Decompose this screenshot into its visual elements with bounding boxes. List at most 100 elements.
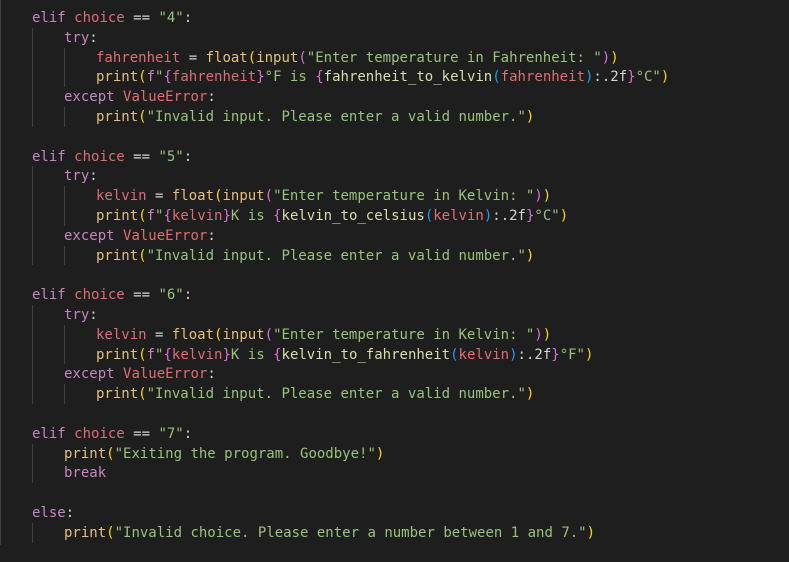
code-token-fn: print (96, 208, 139, 224)
code-line[interactable]: try: (64, 28, 98, 48)
indent-guide (64, 384, 65, 404)
code-line[interactable]: print(f"{fahrenheit}°F is {fahrenheit_to… (96, 67, 669, 87)
code-token-p3: ) (483, 208, 493, 224)
indent-guide (32, 166, 33, 266)
code-line[interactable]: break (64, 463, 106, 483)
code-line[interactable]: try: (64, 305, 98, 325)
code-line[interactable]: print("Invalid input. Please enter a val… (96, 107, 534, 127)
code-token-kw: except (64, 366, 124, 383)
code-token-p1: ( (106, 524, 115, 541)
code-token-kw: elif (32, 148, 75, 165)
code-token-var: kelvin (458, 346, 510, 363)
code-token-str: "Invalid input. Please enter a valid num… (146, 109, 526, 125)
code-token-p1: ) (525, 386, 535, 403)
code-line[interactable]: elif choice == "6": (32, 285, 192, 305)
code-token-p1: ) (542, 326, 552, 343)
code-token-var: fahrenheit (171, 69, 257, 86)
code-token-p1: ) (559, 208, 569, 224)
indent-guide (0, 0, 1, 545)
code-line[interactable]: print("Exiting the program. Goodbye!") (64, 444, 384, 464)
code-token-str: "Enter temperature in Fahrenheit: " (306, 49, 602, 66)
code-token-op: : (89, 307, 98, 323)
code-token-str: "Invalid input. Please enter a valid num… (146, 386, 526, 403)
code-token-op: : (207, 366, 216, 383)
code-token-var: fahrenheit (96, 49, 181, 66)
code-line[interactable]: kelvin = float(input("Enter temperature … (96, 325, 551, 345)
code-line[interactable]: print("Invalid input. Please enter a val… (96, 246, 534, 266)
code-token-var: fahrenheit (500, 69, 585, 86)
code-token-fn2: kelvin_to_fahrenheit (281, 346, 451, 363)
indent-guide (64, 107, 65, 127)
code-token-p2: ( (264, 326, 274, 343)
code-token-kw: f (146, 208, 156, 224)
code-line[interactable]: print("Invalid input. Please enter a val… (96, 384, 534, 404)
code-token-p1: ) (660, 69, 670, 86)
code-line[interactable]: fahrenheit = float(input("Enter temperat… (96, 48, 619, 68)
code-token-p2: } (222, 346, 231, 363)
code-token-p3: ( (424, 208, 434, 224)
indent-guide (32, 27, 33, 127)
code-line[interactable]: elif choice == "4": (32, 8, 192, 28)
code-token-op: : (183, 10, 193, 26)
code-token-p2: } (551, 346, 560, 363)
code-token-op: :.2f (492, 208, 526, 224)
code-token-p1: ( (138, 69, 147, 86)
code-token-var: choice (74, 425, 125, 442)
code-token-fn: print (96, 346, 139, 363)
code-line[interactable]: print("Invalid choice. Please enter a nu… (64, 523, 595, 543)
code-token-var: kelvin (433, 208, 484, 224)
code-token-str: K is (230, 346, 274, 363)
code-token-str: "Exiting the program. Goodbye!" (114, 445, 376, 462)
code-token-p1: ( (106, 445, 115, 462)
code-token-str: "Enter temperature in Kelvin: " (273, 188, 535, 205)
code-token-exc: ValueError (123, 89, 208, 106)
code-line[interactable]: print(f"{kelvin}K is {kelvin_to_celsius(… (96, 206, 568, 226)
code-token-kw: break (64, 465, 107, 482)
code-token-p2: { (273, 208, 282, 224)
code-token-p3: ( (492, 69, 501, 86)
code-token-str: °F is (264, 69, 316, 86)
code-line[interactable]: print(f"{kelvin}K is {kelvin_to_fahrenhe… (96, 345, 593, 365)
code-token-op: : (183, 148, 193, 165)
code-token-p3: ( (450, 346, 459, 363)
code-token-var: choice (74, 10, 125, 26)
code-token-p2: { (315, 69, 324, 86)
code-line[interactable]: elif choice == "5": (32, 147, 192, 167)
code-line[interactable]: else: (32, 503, 74, 523)
indent-guide (32, 443, 33, 484)
code-line[interactable]: kelvin = float(input("Enter temperature … (96, 186, 551, 206)
code-token-str: "Invalid choice. Please enter a number b… (114, 524, 587, 541)
code-token-p2: ) (534, 326, 543, 343)
code-token-str: °C" (635, 69, 661, 86)
code-token-var: choice (74, 287, 125, 304)
code-token-kw: try (64, 168, 90, 185)
code-token-kw: f (146, 69, 156, 86)
code-line[interactable]: except ValueError: (64, 364, 216, 384)
code-line[interactable]: except ValueError: (64, 226, 216, 246)
code-token-p1: ( (138, 208, 147, 224)
code-token-var: kelvin (171, 346, 223, 363)
code-line[interactable]: elif choice == "7": (32, 424, 192, 444)
code-token-fn: print (96, 109, 139, 125)
code-token-fn: print (64, 524, 107, 541)
code-token-kw: except (64, 89, 124, 106)
code-token-str: °C" (534, 208, 560, 224)
code-line[interactable]: try: (64, 166, 98, 186)
code-token-op: = (180, 49, 206, 66)
code-token-p1: ) (525, 247, 535, 264)
code-token-p1: ) (375, 445, 385, 462)
code-token-str: "5" (158, 148, 184, 165)
code-token-p2: } (256, 69, 265, 86)
indent-guide (64, 186, 65, 226)
code-token-p2: { (163, 346, 172, 363)
code-editor[interactable]: elif choice == "4": try: fahrenheit = floa… (0, 0, 789, 562)
code-token-op: == (124, 10, 159, 26)
code-token-kw: except (64, 227, 124, 244)
code-token-p1: ) (585, 346, 594, 363)
code-token-fn: float (171, 326, 215, 343)
code-token-fn: input (222, 326, 265, 343)
code-token-kw: elif (32, 287, 75, 304)
code-line[interactable]: except ValueError: (64, 87, 216, 107)
code-token-fn2: fahrenheit_to_kelvin (323, 69, 493, 86)
code-token-p2: } (627, 69, 636, 86)
